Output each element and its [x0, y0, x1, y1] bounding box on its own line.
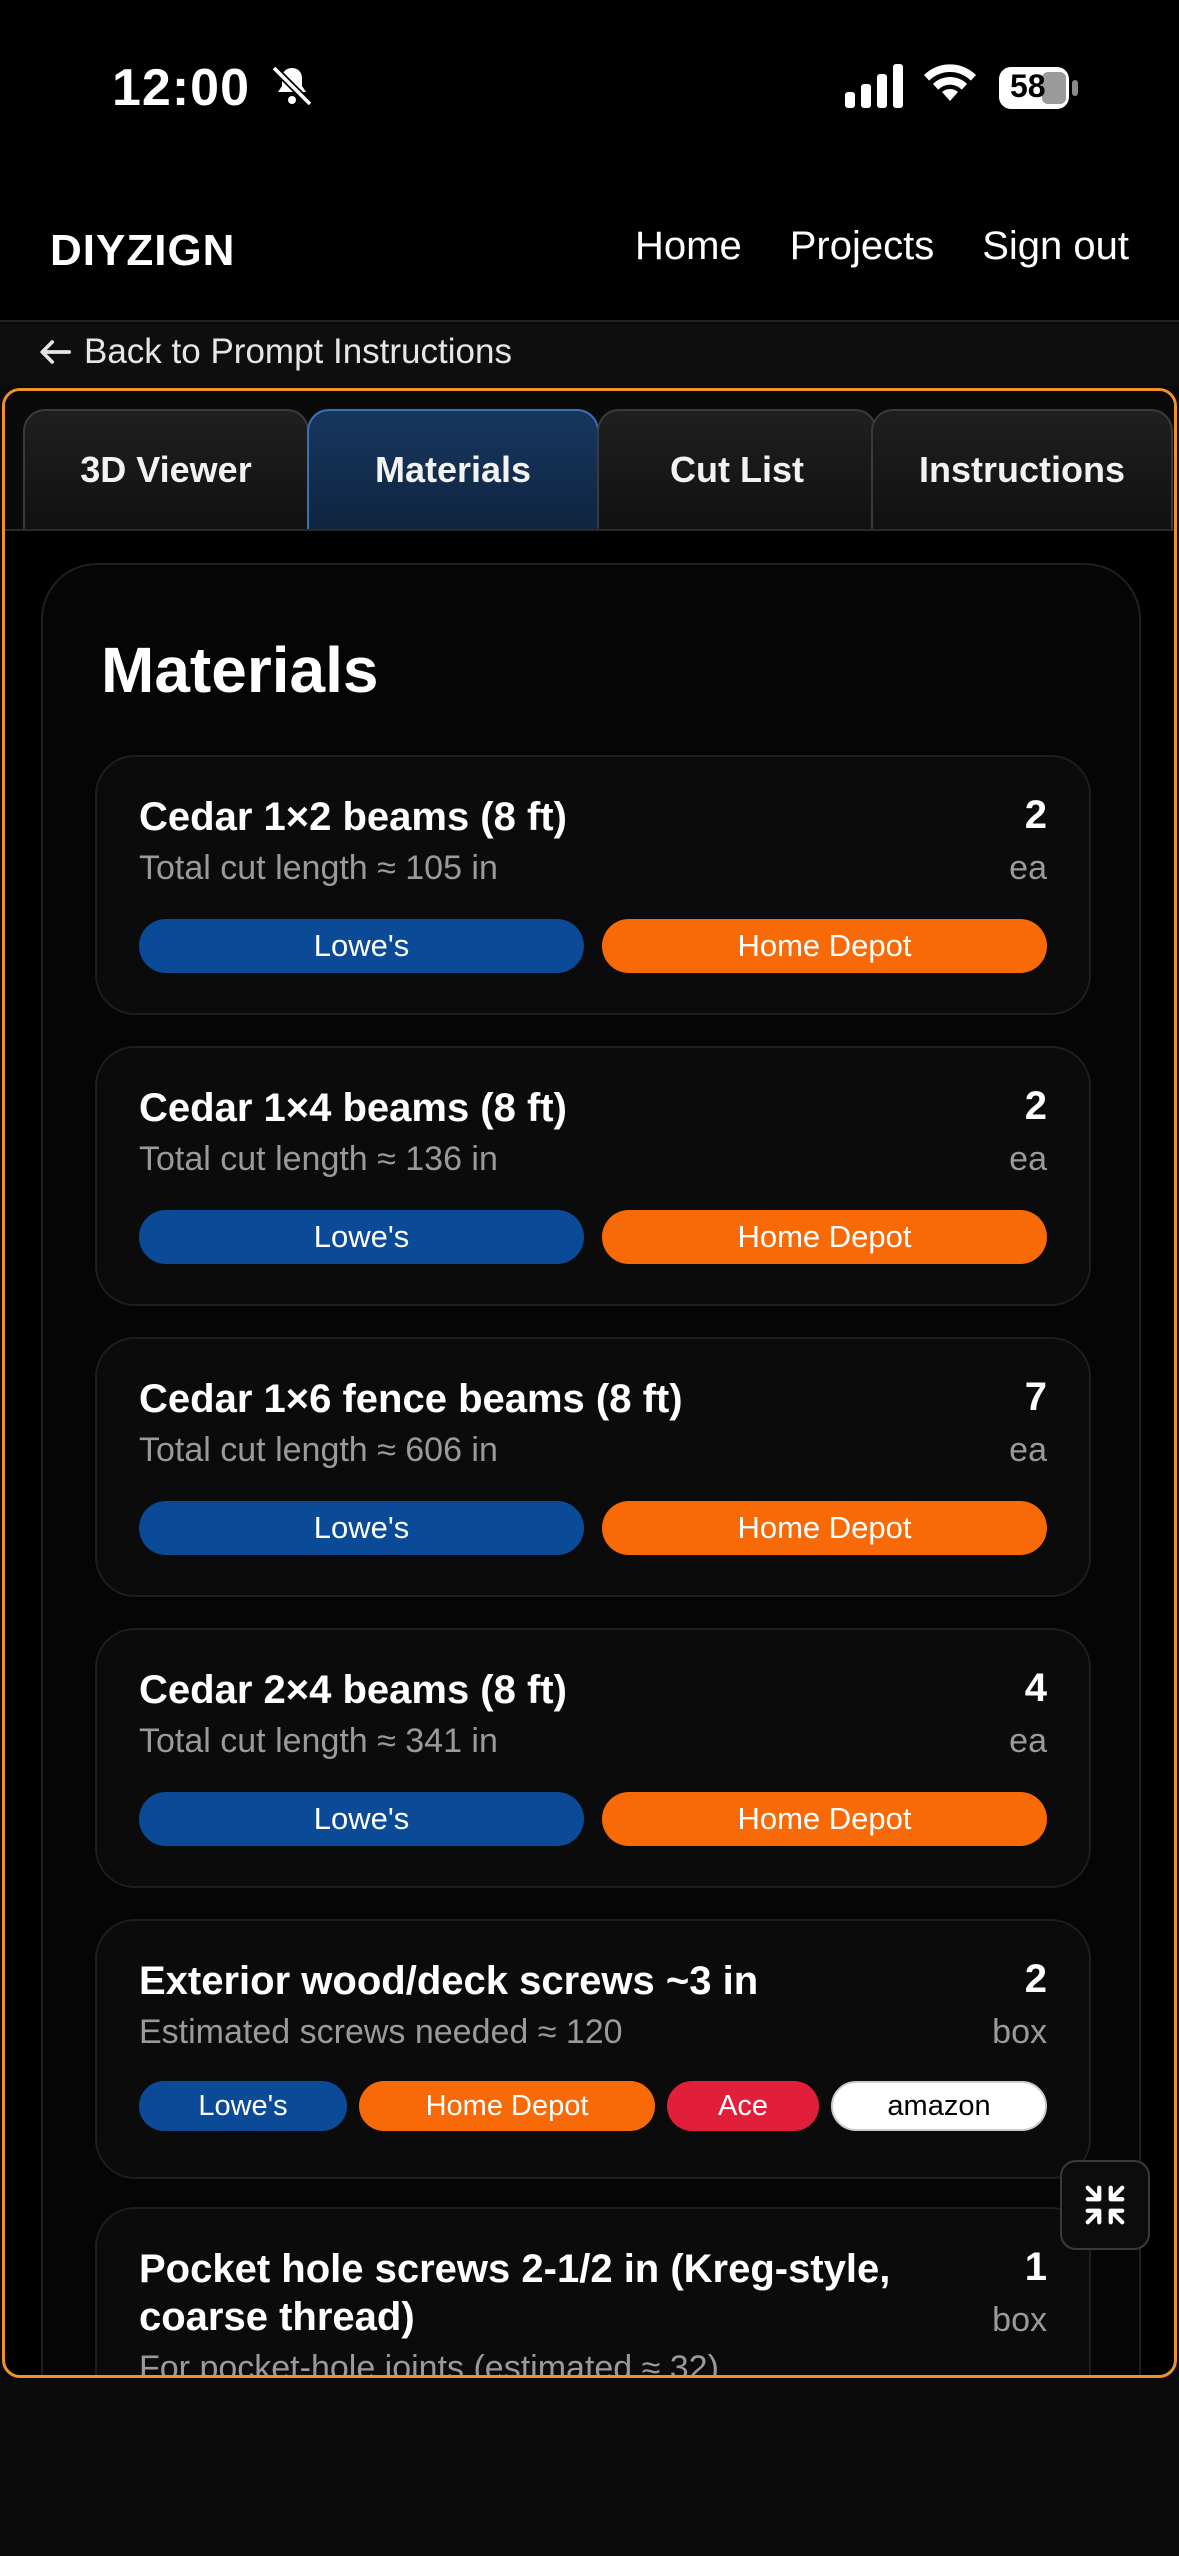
- material-name: Cedar 1×4 beams (8 ft): [139, 1086, 567, 1130]
- tab-cut-list[interactable]: Cut List: [597, 409, 877, 529]
- lowes-button[interactable]: Lowe's: [139, 919, 584, 973]
- back-bar: Back to Prompt Instructions: [0, 324, 1179, 386]
- collapse-view-button[interactable]: [1060, 2160, 1150, 2250]
- status-bar: 12:00 58: [0, 0, 1179, 170]
- tab-3d-viewer[interactable]: 3D Viewer: [23, 409, 309, 529]
- material-desc: Estimated screws needed ≈ 120: [139, 2013, 623, 2051]
- home-depot-button[interactable]: Home Depot: [359, 2081, 655, 2131]
- material-desc: Total cut length ≈ 105 in: [139, 849, 498, 887]
- material-name: Cedar 1×2 beams (8 ft): [139, 795, 567, 839]
- home-depot-button[interactable]: Home Depot: [602, 1210, 1047, 1264]
- material-unit: ea: [1009, 1431, 1047, 1469]
- amazon-button[interactable]: amazon: [831, 2081, 1047, 2131]
- store-buttons: Lowe's Home Depot: [139, 1501, 1047, 1555]
- lowes-button[interactable]: Lowe's: [139, 1792, 584, 1846]
- tab-materials[interactable]: Materials: [307, 409, 599, 529]
- tab-bar: 3D Viewer Materials Cut List Instruction…: [5, 391, 1174, 531]
- home-depot-button[interactable]: Home Depot: [602, 1792, 1047, 1846]
- material-card: Cedar 2×4 beams (8 ft) Total cut length …: [95, 1628, 1091, 1888]
- wifi-icon: [924, 64, 976, 101]
- material-qty: 4: [1024, 1666, 1047, 1710]
- page-title: Materials: [101, 634, 379, 706]
- back-link-label: Back to Prompt Instructions: [84, 332, 512, 371]
- material-name: Exterior wood/deck screws ~3 in: [139, 1959, 759, 2003]
- material-name: Cedar 1×6 fence beams (8 ft): [139, 1377, 683, 1421]
- material-card: Pocket hole screws 2-1/2 in (Kreg-style,…: [95, 2207, 1091, 2378]
- material-card: Cedar 1×4 beams (8 ft) Total cut length …: [95, 1046, 1091, 1306]
- back-link[interactable]: Back to Prompt Instructions: [38, 332, 512, 372]
- material-card: Cedar 1×6 fence beams (8 ft) Total cut l…: [95, 1337, 1091, 1597]
- material-desc: Total cut length ≈ 606 in: [139, 1431, 498, 1469]
- store-buttons: Lowe's Home Depot: [139, 919, 1047, 973]
- material-unit: ea: [1009, 1140, 1047, 1178]
- material-qty: 2: [1024, 1084, 1047, 1128]
- material-unit: box: [992, 2301, 1047, 2339]
- materials-section: Materials Cedar 1×2 beams (8 ft) Total c…: [41, 563, 1141, 2378]
- material-name: Cedar 2×4 beams (8 ft): [139, 1668, 567, 1712]
- battery-level: 58: [1010, 68, 1046, 104]
- material-unit: ea: [1009, 849, 1047, 887]
- brand-logo[interactable]: DIYZIGN: [50, 226, 235, 276]
- material-card: Exterior wood/deck screws ~3 in Estimate…: [95, 1919, 1091, 2179]
- store-buttons: Lowe's Home Depot Ace amazon: [139, 2081, 1047, 2131]
- material-name: Pocket hole screws 2-1/2 in (Kreg-style,…: [139, 2247, 891, 2339]
- material-card: Cedar 1×2 beams (8 ft) Total cut length …: [95, 755, 1091, 1015]
- material-desc: Total cut length ≈ 136 in: [139, 1140, 498, 1178]
- project-panel: 3D Viewer Materials Cut List Instruction…: [2, 388, 1177, 2378]
- battery-icon: 58: [998, 66, 1080, 110]
- material-qty: 1: [1024, 2245, 1047, 2289]
- material-desc: Total cut length ≈ 341 in: [139, 1722, 498, 1760]
- store-buttons: Lowe's Home Depot: [139, 1210, 1047, 1264]
- lowes-button[interactable]: Lowe's: [139, 1501, 584, 1555]
- material-qty: 7: [1024, 1375, 1047, 1419]
- material-unit: ea: [1009, 1722, 1047, 1760]
- nav-sign-out[interactable]: Sign out: [982, 224, 1129, 269]
- arrow-left-icon: [40, 340, 72, 364]
- material-qty: 2: [1024, 1957, 1047, 2001]
- collapse-arrows-icon: [1085, 2185, 1125, 2225]
- bottom-area: [0, 2380, 1179, 2556]
- app-header: DIYZIGN Home Projects Sign out: [0, 170, 1179, 322]
- top-nav: Home Projects Sign out: [635, 224, 1129, 269]
- material-desc: For pocket-hole joints (estimated ≈ 32): [139, 2349, 719, 2378]
- material-qty: 2: [1024, 793, 1047, 837]
- bell-slash-icon: [271, 65, 313, 107]
- store-buttons: Lowe's Home Depot: [139, 1792, 1047, 1846]
- home-depot-button[interactable]: Home Depot: [602, 919, 1047, 973]
- material-unit: box: [992, 2013, 1047, 2051]
- tab-instructions[interactable]: Instructions: [871, 409, 1173, 529]
- nav-projects[interactable]: Projects: [790, 224, 935, 269]
- home-depot-button[interactable]: Home Depot: [602, 1501, 1047, 1555]
- lowes-button[interactable]: Lowe's: [139, 1210, 584, 1264]
- lowes-button[interactable]: Lowe's: [139, 2081, 347, 2131]
- ace-button[interactable]: Ace: [667, 2081, 819, 2131]
- status-time: 12:00: [112, 59, 250, 117]
- nav-home[interactable]: Home: [635, 224, 742, 269]
- cellular-signal-icon: [845, 64, 903, 108]
